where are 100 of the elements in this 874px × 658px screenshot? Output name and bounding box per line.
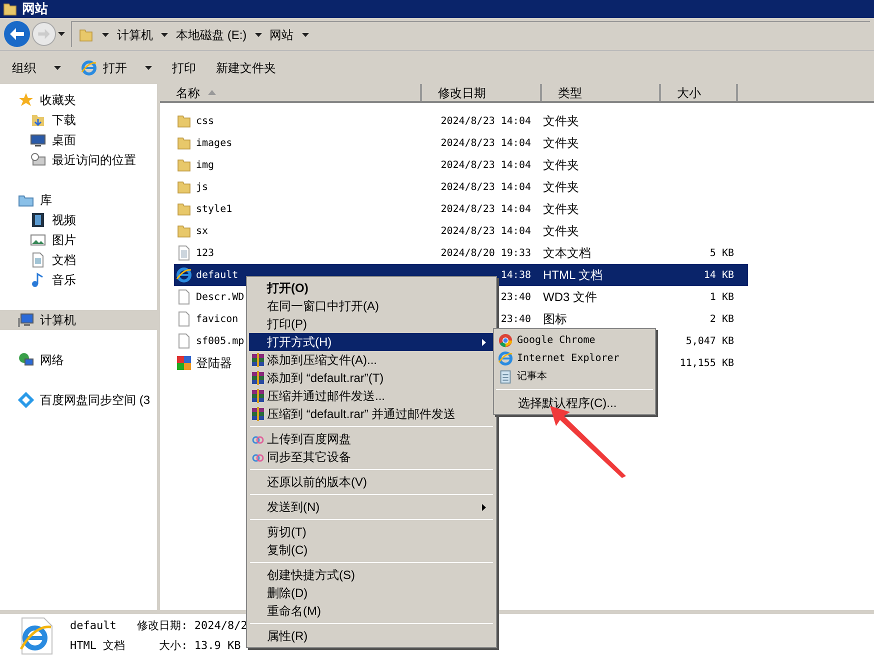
archive-stack-icon xyxy=(251,389,265,403)
file-size: 1 KB xyxy=(710,292,734,302)
folder-icon xyxy=(176,135,192,151)
menu-item[interactable]: 在同一窗口中打开(A) xyxy=(249,297,494,315)
file-name[interactable]: css xyxy=(196,114,214,128)
file-name[interactable]: favicon xyxy=(196,312,238,326)
sidebar-item[interactable]: 库 xyxy=(0,190,157,210)
diamond-icon xyxy=(18,392,34,408)
menu-item[interactable]: 创建快捷方式(S) xyxy=(249,566,494,584)
sidebar-item[interactable]: 桌面 xyxy=(0,130,157,150)
file-name[interactable]: style1 xyxy=(196,202,232,216)
toolbar-button[interactable]: 打开 xyxy=(81,56,152,80)
file-size: 11,155 KB xyxy=(680,358,734,368)
folder-icon xyxy=(176,201,192,217)
sidebar-item[interactable]: 最近访问的位置 xyxy=(0,150,157,170)
sidebar-item[interactable]: 图片 xyxy=(0,230,157,250)
column-header[interactable]: 大小 xyxy=(661,84,738,101)
file-date: 2024/8/23 14:04 xyxy=(440,138,531,148)
file-name[interactable]: Descr.WD xyxy=(196,290,244,304)
menu-item[interactable]: 打开方式(H) xyxy=(249,333,494,351)
column-header[interactable]: 名称 xyxy=(160,84,422,101)
file-date: 2024/8/23 14:04 xyxy=(440,116,531,126)
file-type: 文件夹 xyxy=(543,202,579,216)
menu-item[interactable]: 删除(D) xyxy=(249,584,494,602)
menu-item[interactable]: Internet Explorer xyxy=(496,349,653,367)
file-type: WD3 文件 xyxy=(543,290,597,304)
address-bar[interactable]: 计算机 本地磁盘 (E:) 网站 xyxy=(71,21,870,47)
caret-icon xyxy=(102,32,109,36)
file-date: 2024/8/23 14:04 xyxy=(440,204,531,214)
menu-item[interactable]: 还原以前的版本(V) xyxy=(249,473,494,491)
menu-item[interactable]: Google Chrome xyxy=(496,331,653,349)
toolbar-button[interactable]: 新建文件夹 xyxy=(216,56,276,80)
sidebar-item[interactable]: 下载 xyxy=(0,110,157,130)
menu-item[interactable]: 记事本 xyxy=(496,367,653,385)
menu-item[interactable]: 剪切(T) xyxy=(249,523,494,541)
file-name[interactable]: js xyxy=(196,180,208,194)
window-title: 网站 xyxy=(22,0,48,18)
file-date: 2024/8/23 14:04 xyxy=(440,160,531,170)
caret-icon xyxy=(54,66,61,70)
browser-e-icon xyxy=(498,350,513,366)
file-date: 2024/8/23 14:04 xyxy=(440,182,531,192)
sidebar-item[interactable]: 百度网盘同步空间 (3 xyxy=(0,390,157,410)
chrome-icon xyxy=(498,332,513,348)
menu-item[interactable]: 压缩到 “default.rar” 并通过邮件发送 xyxy=(249,405,494,423)
file-name[interactable]: sx xyxy=(196,224,208,238)
menu-item[interactable]: 压缩并通过邮件发送... xyxy=(249,387,494,405)
menu-item[interactable]: 选择默认程序(C)... xyxy=(496,394,653,412)
menu-item[interactable]: 打开(O) xyxy=(249,279,494,297)
menu-item[interactable]: 重命名(M) xyxy=(249,602,494,620)
breadcrumb-item[interactable]: 计算机 xyxy=(117,26,153,44)
sidebar-item[interactable]: 文档 xyxy=(0,250,157,270)
menu-item[interactable]: 同步至其它设备 xyxy=(249,448,494,466)
caret-icon xyxy=(254,32,262,36)
star-icon xyxy=(18,92,34,108)
submenu-arrow-icon xyxy=(482,338,486,346)
download-folder-icon xyxy=(30,112,46,128)
caret-icon xyxy=(302,32,309,36)
menu-item[interactable]: 发送到(N) xyxy=(249,498,494,516)
menu-item[interactable]: 属性(R) xyxy=(249,627,494,645)
file-name[interactable]: default xyxy=(196,268,238,282)
sidebar-item[interactable]: 收藏夹 xyxy=(0,90,157,110)
file-name[interactable]: 123 xyxy=(196,246,214,260)
folder-icon xyxy=(78,26,94,42)
sort-up-icon xyxy=(208,90,216,95)
column-header[interactable]: 类型 xyxy=(542,84,661,101)
sidebar-item[interactable]: 计算机 xyxy=(0,310,157,330)
file-name[interactable]: sf005.mp xyxy=(196,334,244,348)
sidebar-item[interactable]: 网络 xyxy=(0,350,157,370)
archive-stack-icon xyxy=(251,353,265,367)
toolbar-button[interactable]: 组织 xyxy=(12,56,61,80)
modified-date: 修改日期: 2024/8/2 xyxy=(137,618,248,634)
folder-icon xyxy=(176,179,192,195)
caret-icon xyxy=(161,32,168,36)
toolbar-button[interactable]: 打印 xyxy=(172,56,196,80)
file-type: HTML 文档 xyxy=(543,268,603,282)
caret-icon xyxy=(58,32,65,36)
breadcrumb-item[interactable]: 网站 xyxy=(270,26,294,44)
right-arrow-icon xyxy=(38,29,50,39)
file-name[interactable]: img xyxy=(196,158,214,172)
archive-stack-icon xyxy=(251,407,265,421)
film-icon xyxy=(30,212,46,228)
file-name[interactable]: images xyxy=(196,136,232,150)
clock-computer-icon xyxy=(30,152,46,168)
column-header[interactable]: 修改日期 xyxy=(422,84,542,101)
menu-item[interactable]: 上传到百度网盘 xyxy=(249,430,494,448)
breadcrumb-item[interactable]: 本地磁盘 (E:) xyxy=(176,26,247,44)
sidebar-item[interactable]: 视频 xyxy=(0,210,157,230)
menu-item[interactable]: 复制(C) xyxy=(249,541,494,559)
menu-item[interactable]: 添加到 “default.rar”(T) xyxy=(249,369,494,387)
menu-item[interactable]: 添加到压缩文件(A)... xyxy=(249,351,494,369)
file-date: 23:40 xyxy=(500,314,531,324)
left-arrow-icon xyxy=(10,28,24,40)
file-date: 2024/8/23 14:04 xyxy=(440,226,531,236)
file-name[interactable]: 登陆器 xyxy=(196,354,232,372)
sidebar-item[interactable]: 音乐 xyxy=(0,270,157,290)
file-type: 文件夹 xyxy=(543,180,579,194)
back-button[interactable] xyxy=(4,21,30,47)
browser-e-icon xyxy=(81,60,97,76)
globe-computer-icon xyxy=(18,352,34,368)
menu-item[interactable]: 打印(P) xyxy=(249,315,494,333)
